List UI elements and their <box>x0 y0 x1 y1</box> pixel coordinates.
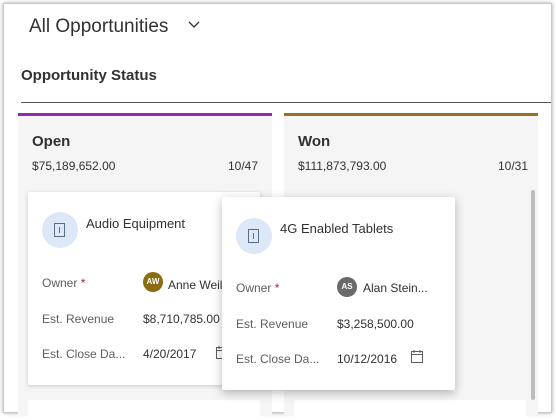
column-name: Open <box>32 133 71 150</box>
close-date-label: Est. Close Da... <box>42 347 126 361</box>
avatar: AS <box>337 277 357 297</box>
revenue-label: Est. Revenue <box>236 317 309 331</box>
close-date-value: 10/12/2016 <box>337 352 398 366</box>
revenue-value: $3,258,500.00 <box>337 317 414 331</box>
required-marker: * <box>274 281 280 295</box>
owner-name[interactable]: Alan Stein... <box>363 281 428 295</box>
required-marker: * <box>80 276 86 290</box>
opportunity-record-icon <box>236 218 272 254</box>
avatar: AW <box>143 272 163 292</box>
column-total: $75,189,652.00 <box>32 159 116 173</box>
opportunity-card-dragged[interactable]: 4G Enabled Tablets Owner * AS Alan Stein… <box>222 197 455 390</box>
column-count: 10/47 <box>227 159 258 173</box>
column-count: 10/31 <box>497 159 528 173</box>
column-name: Won <box>298 133 331 150</box>
card-stub <box>28 400 260 420</box>
view-title[interactable]: All Opportunities <box>29 16 168 38</box>
close-date-value: 4/20/2017 <box>143 347 197 361</box>
owner-label: Owner * <box>236 281 280 295</box>
card-title[interactable]: 4G Enabled Tablets <box>280 221 393 236</box>
opportunity-record-icon <box>42 212 78 248</box>
section-divider <box>21 102 551 103</box>
calendar-icon[interactable] <box>411 350 423 363</box>
close-date-label: Est. Close Da... <box>236 352 320 366</box>
card-stub <box>294 400 526 420</box>
chevron-down-icon[interactable] <box>188 21 200 29</box>
owner-label: Owner * <box>42 276 86 290</box>
revenue-label: Est. Revenue <box>42 312 115 326</box>
column-total: $111,873,793.00 <box>298 159 387 173</box>
card-title[interactable]: Audio Equipment <box>86 216 185 231</box>
section-title: Opportunity Status <box>21 67 157 84</box>
column-scrollbar[interactable] <box>531 190 535 400</box>
revenue-value: $8,710,785.00 <box>143 312 220 326</box>
